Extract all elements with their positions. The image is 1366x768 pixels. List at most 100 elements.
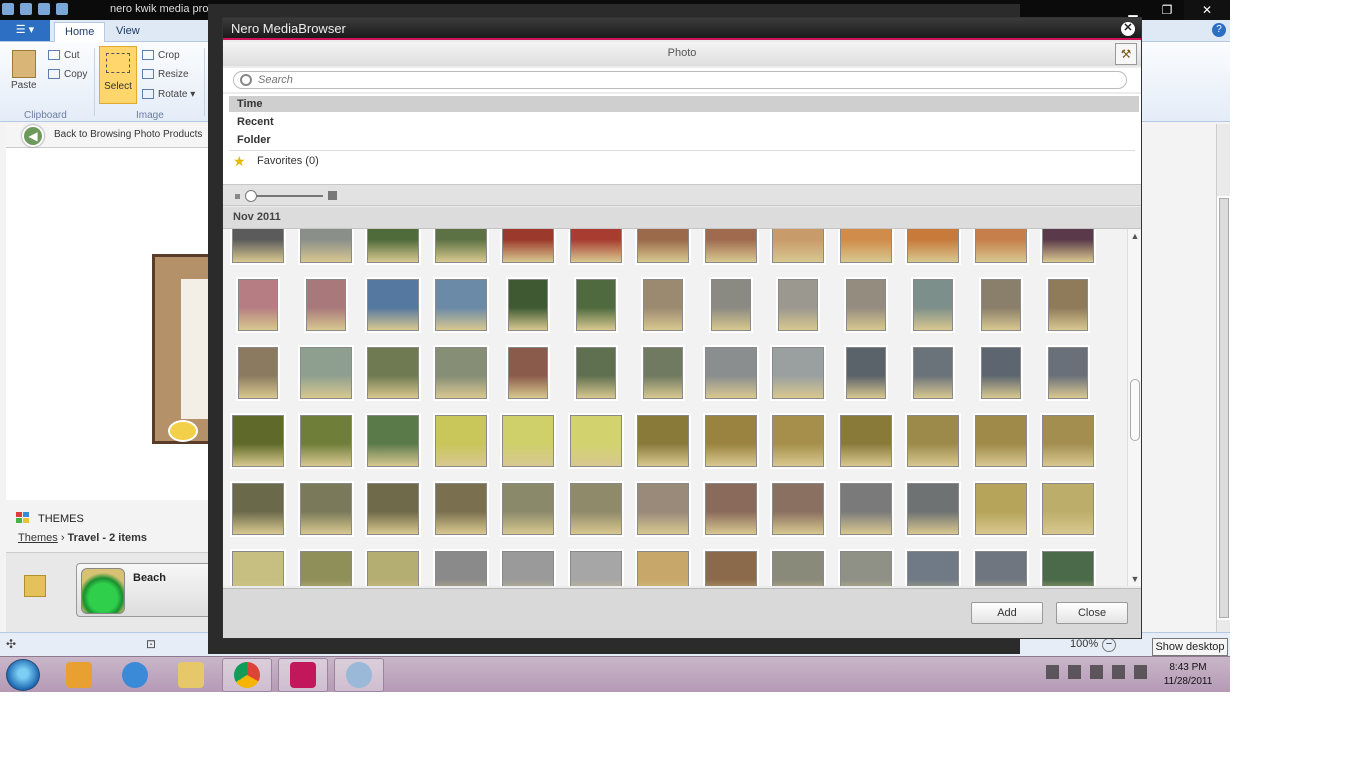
photo-thumbnail[interactable]	[637, 229, 689, 263]
photo-thumbnail[interactable]	[232, 551, 284, 586]
photo-thumbnail[interactable]	[299, 415, 352, 467]
breadcrumb-themes[interactable]: Themes	[18, 532, 58, 544]
search-input[interactable]	[258, 73, 1118, 87]
photo-thumbnail[interactable]	[569, 229, 622, 263]
photo-thumbnail[interactable]	[913, 279, 953, 331]
photo-thumbnail[interactable]	[434, 279, 487, 331]
photo-thumbnail[interactable]	[502, 483, 554, 535]
photo-thumbnail[interactable]	[839, 483, 892, 535]
photo-thumbnail[interactable]	[1048, 279, 1088, 331]
photo-thumbnail[interactable]	[232, 415, 284, 467]
scroll-down-icon[interactable]: ▼	[1130, 574, 1140, 584]
photo-thumbnail[interactable]	[845, 279, 886, 331]
photo-thumbnail[interactable]	[569, 551, 622, 586]
nav-item-recent[interactable]: Recent	[229, 114, 1139, 130]
photo-thumbnail[interactable]	[643, 347, 683, 399]
taskbar-chrome[interactable]	[222, 658, 272, 692]
file-menu-button[interactable]: ☰ ▾	[0, 20, 50, 41]
photo-thumbnail[interactable]	[575, 347, 616, 399]
photo-thumbnail[interactable]	[980, 279, 1021, 331]
taskbar-paint[interactable]	[334, 658, 384, 692]
photo-thumbnail[interactable]	[367, 347, 419, 399]
photo-thumbnail[interactable]	[704, 483, 757, 535]
photo-thumbnail[interactable]	[508, 347, 548, 399]
photo-thumbnail[interactable]	[1048, 347, 1088, 399]
photo-thumbnail[interactable]	[1042, 483, 1094, 535]
resize-button[interactable]: Resize	[142, 69, 189, 80]
photo-frame-preview[interactable]	[152, 254, 221, 444]
canvas-scrollbar[interactable]	[1216, 124, 1230, 632]
tab-view[interactable]: View	[106, 22, 150, 42]
tray-expand-icon[interactable]	[1046, 665, 1059, 679]
fit-icon[interactable]: ⊡	[146, 637, 156, 651]
signal-icon[interactable]	[1112, 665, 1125, 679]
photo-thumbnail[interactable]	[434, 229, 487, 263]
photo-thumbnail[interactable]	[907, 229, 959, 263]
scroll-thumb[interactable]	[1130, 379, 1140, 441]
crop-button[interactable]: Crop	[142, 50, 180, 61]
photo-thumbnail[interactable]	[299, 551, 352, 586]
photo-thumbnail[interactable]	[772, 347, 824, 399]
photo-thumbnail[interactable]	[305, 279, 346, 331]
photo-thumbnail[interactable]	[637, 415, 689, 467]
theme-tile-beach[interactable]: Beach	[76, 563, 214, 617]
photo-thumbnail[interactable]	[299, 347, 352, 399]
clock[interactable]: 8:43 PM 11/28/2011	[1150, 661, 1226, 689]
photo-thumbnail[interactable]	[367, 551, 419, 586]
nav-item-folder[interactable]: Folder	[229, 132, 1139, 148]
back-arrow-icon[interactable]: ◀	[22, 125, 44, 147]
photo-thumbnail[interactable]	[704, 551, 757, 586]
photo-thumbnail[interactable]	[974, 415, 1027, 467]
photo-thumbnail[interactable]	[238, 279, 278, 331]
photo-thumbnail[interactable]	[772, 229, 824, 263]
canvas-scroll-thumb[interactable]	[1219, 198, 1229, 618]
photo-thumbnail[interactable]	[839, 551, 892, 586]
photo-thumbnail[interactable]	[299, 229, 352, 263]
photo-thumbnail[interactable]	[575, 279, 616, 331]
select-button[interactable]: Select	[99, 46, 137, 104]
photo-thumbnail[interactable]	[232, 229, 284, 263]
photo-thumbnail[interactable]	[974, 483, 1027, 535]
folder-up-icon[interactable]	[24, 575, 46, 597]
add-button[interactable]: Add	[971, 602, 1043, 624]
photo-thumbnail[interactable]	[502, 415, 554, 467]
photo-thumbnail[interactable]	[1042, 415, 1094, 467]
help-icon[interactable]: ?	[1212, 23, 1226, 37]
scroll-up-icon[interactable]: ▲	[1130, 231, 1140, 241]
close-button[interactable]: Close	[1056, 602, 1128, 624]
photo-thumbnail[interactable]	[710, 279, 751, 331]
photo-grid-scrollbar[interactable]: ▲ ▼	[1127, 229, 1141, 586]
photo-thumbnail[interactable]	[974, 229, 1027, 263]
save-icon[interactable]	[20, 3, 32, 15]
nav-item-time[interactable]: Time	[229, 96, 1139, 112]
photo-thumbnail[interactable]	[772, 483, 824, 535]
photo-thumbnail[interactable]	[238, 347, 278, 399]
photo-thumbnail[interactable]	[434, 551, 487, 586]
photo-thumbnail[interactable]	[974, 551, 1027, 586]
action-center-flag-icon[interactable]	[1068, 665, 1081, 679]
photo-thumbnail[interactable]	[704, 415, 757, 467]
zoom-out-button[interactable]: −	[1102, 638, 1116, 652]
photo-thumbnail[interactable]	[643, 279, 683, 331]
taskbar-internet-explorer[interactable]	[110, 658, 160, 692]
redo-icon[interactable]	[56, 3, 68, 15]
photo-thumbnail[interactable]	[508, 279, 548, 331]
dialog-close-icon[interactable]: ✕	[1121, 22, 1135, 36]
copy-button[interactable]: Copy	[48, 69, 87, 80]
photo-thumbnail[interactable]	[569, 483, 622, 535]
photo-thumbnail[interactable]	[845, 347, 886, 399]
back-navigation[interactable]: ◀ Back to Browsing Photo Products	[6, 124, 210, 148]
photo-thumbnail[interactable]	[1042, 229, 1094, 263]
photo-thumbnail[interactable]	[299, 483, 352, 535]
photo-thumbnail[interactable]	[502, 229, 554, 263]
photo-thumbnail[interactable]	[772, 415, 824, 467]
search-box[interactable]	[233, 71, 1127, 89]
taskbar-media-player[interactable]	[54, 658, 104, 692]
photo-thumbnail[interactable]	[434, 347, 487, 399]
photo-thumbnail[interactable]	[839, 415, 892, 467]
photo-thumbnail[interactable]	[367, 279, 419, 331]
photo-thumbnail[interactable]	[1042, 551, 1094, 586]
photo-thumbnail[interactable]	[839, 229, 892, 263]
photo-thumbnail[interactable]	[913, 347, 953, 399]
photo-thumbnail[interactable]	[907, 483, 959, 535]
